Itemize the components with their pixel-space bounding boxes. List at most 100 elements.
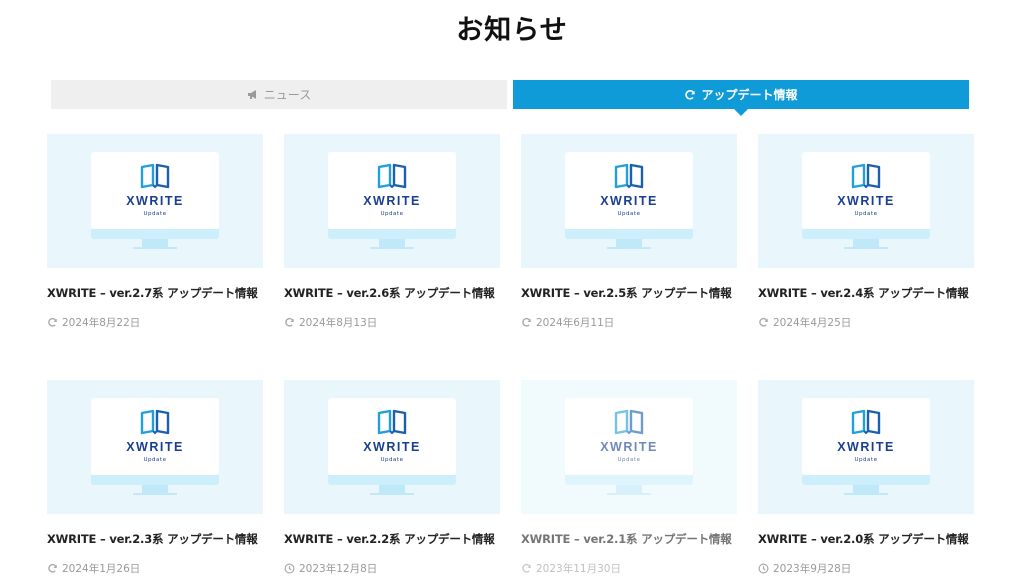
monitor-foot [607, 247, 651, 249]
post-date-text: 2024年1月26日 [62, 563, 141, 575]
monitor-stand [616, 485, 642, 493]
post-title[interactable]: XWRITE – ver.2.4系 アップデート情報 [758, 285, 974, 301]
book-icon [850, 163, 882, 193]
page-title: お知らせ [456, 15, 568, 46]
refresh-icon [47, 563, 58, 574]
monitor-bezel [565, 229, 693, 239]
post-date-text: 2024年6月11日 [536, 317, 615, 329]
book-icon [139, 163, 171, 193]
book-icon [376, 163, 408, 193]
monitor-bezel [565, 475, 693, 485]
post-date-text: 2024年8月22日 [62, 317, 141, 329]
post-card[interactable]: XWRITE Update XWRITE – ver.2.2系 アップデート情報… [284, 380, 500, 576]
post-thumbnail[interactable]: XWRITE Update [47, 134, 263, 268]
tab-news-label: ニュース [263, 88, 312, 102]
monitor-bezel [802, 229, 930, 239]
monitor-stand [853, 485, 879, 493]
post-thumbnail[interactable]: XWRITE Update [284, 134, 500, 268]
post-grid: XWRITE Update XWRITE – ver.2.7系 アップデート情報… [47, 134, 975, 576]
monitor-foot [844, 493, 888, 495]
refresh-icon [521, 563, 532, 574]
brand-wordmark: XWRITE [837, 194, 895, 208]
brand-wordmark: XWRITE [837, 440, 895, 454]
monitor-foot [607, 493, 651, 495]
brand-subtitle: Update [143, 211, 167, 217]
brand-wordmark: XWRITE [126, 194, 184, 208]
clock-icon [284, 563, 295, 574]
post-card[interactable]: XWRITE Update XWRITE – ver.2.5系 アップデート情報… [521, 134, 737, 330]
post-date: 2024年4月25日 [758, 315, 974, 330]
post-thumbnail[interactable]: XWRITE Update [758, 380, 974, 514]
book-icon [613, 409, 645, 439]
monitor-screen: XWRITE Update [328, 152, 456, 229]
monitor-foot [133, 247, 177, 249]
refresh-icon [521, 317, 532, 328]
monitor-foot [370, 493, 414, 495]
monitor-bezel [91, 475, 219, 485]
tab-updates[interactable]: アップデート情報 [513, 80, 969, 116]
brand-subtitle: Update [617, 211, 641, 217]
brand-subtitle: Update [617, 457, 641, 463]
post-title[interactable]: XWRITE – ver.2.1系 アップデート情報 [521, 531, 737, 547]
post-date: 2023年12月8日 [284, 561, 500, 576]
monitor-foot [844, 247, 888, 249]
post-card[interactable]: XWRITE Update XWRITE – ver.2.4系 アップデート情報… [758, 134, 974, 330]
post-card[interactable]: XWRITE Update XWRITE – ver.2.1系 アップデート情報… [521, 380, 737, 576]
monitor-screen: XWRITE Update [565, 398, 693, 475]
post-date: 2024年8月22日 [47, 315, 263, 330]
monitor-screen: XWRITE Update [565, 152, 693, 229]
post-title[interactable]: XWRITE – ver.2.3系 アップデート情報 [47, 531, 263, 547]
monitor-screen: XWRITE Update [328, 398, 456, 475]
post-title[interactable]: XWRITE – ver.2.5系 アップデート情報 [521, 285, 737, 301]
brand-subtitle: Update [854, 457, 878, 463]
post-date-text: 2023年9月28日 [773, 563, 852, 575]
post-thumbnail[interactable]: XWRITE Update [521, 380, 737, 514]
post-thumbnail[interactable]: XWRITE Update [521, 134, 737, 268]
post-date-text: 2023年11月30日 [536, 563, 621, 575]
post-title[interactable]: XWRITE – ver.2.7系 アップデート情報 [47, 285, 263, 301]
tab-news[interactable]: ニュース [51, 80, 507, 109]
monitor-stand [142, 239, 168, 247]
refresh-icon [758, 317, 769, 328]
post-card[interactable]: XWRITE Update XWRITE – ver.2.6系 アップデート情報… [284, 134, 500, 330]
megaphone-icon [247, 89, 259, 100]
post-thumbnail[interactable]: XWRITE Update [47, 380, 263, 514]
monitor-foot [370, 247, 414, 249]
monitor-screen: XWRITE Update [802, 398, 930, 475]
post-card[interactable]: XWRITE Update XWRITE – ver.2.7系 アップデート情報… [47, 134, 263, 330]
monitor-foot [133, 493, 177, 495]
monitor-stand [379, 239, 405, 247]
refresh-icon [47, 317, 58, 328]
post-date: 2024年8月13日 [284, 315, 500, 330]
post-date: 2023年9月28日 [758, 561, 974, 576]
category-tabs: ニュース アップデート情報 [51, 80, 969, 116]
monitor-stand [379, 485, 405, 493]
post-date-text: 2024年4月25日 [773, 317, 852, 329]
post-date: 2024年6月11日 [521, 315, 737, 330]
post-title[interactable]: XWRITE – ver.2.0系 アップデート情報 [758, 531, 974, 547]
book-icon [613, 163, 645, 193]
monitor-stand [853, 239, 879, 247]
post-card[interactable]: XWRITE Update XWRITE – ver.2.0系 アップデート情報… [758, 380, 974, 576]
post-title[interactable]: XWRITE – ver.2.2系 アップデート情報 [284, 531, 500, 547]
monitor-bezel [91, 229, 219, 239]
post-date: 2023年11月30日 [521, 561, 737, 576]
refresh-icon [284, 317, 295, 328]
monitor-bezel [328, 229, 456, 239]
brand-wordmark: XWRITE [600, 194, 658, 208]
post-date-text: 2023年12月8日 [299, 563, 378, 575]
post-date-text: 2024年8月13日 [299, 317, 378, 329]
monitor-screen: XWRITE Update [91, 398, 219, 475]
brand-subtitle: Update [380, 211, 404, 217]
clock-icon [758, 563, 769, 574]
post-title[interactable]: XWRITE – ver.2.6系 アップデート情報 [284, 285, 500, 301]
post-thumbnail[interactable]: XWRITE Update [284, 380, 500, 514]
monitor-bezel [328, 475, 456, 485]
monitor-screen: XWRITE Update [802, 152, 930, 229]
post-thumbnail[interactable]: XWRITE Update [758, 134, 974, 268]
brand-wordmark: XWRITE [126, 440, 184, 454]
monitor-stand [142, 485, 168, 493]
brand-wordmark: XWRITE [600, 440, 658, 454]
post-card[interactable]: XWRITE Update XWRITE – ver.2.3系 アップデート情報… [47, 380, 263, 576]
brand-subtitle: Update [380, 457, 404, 463]
